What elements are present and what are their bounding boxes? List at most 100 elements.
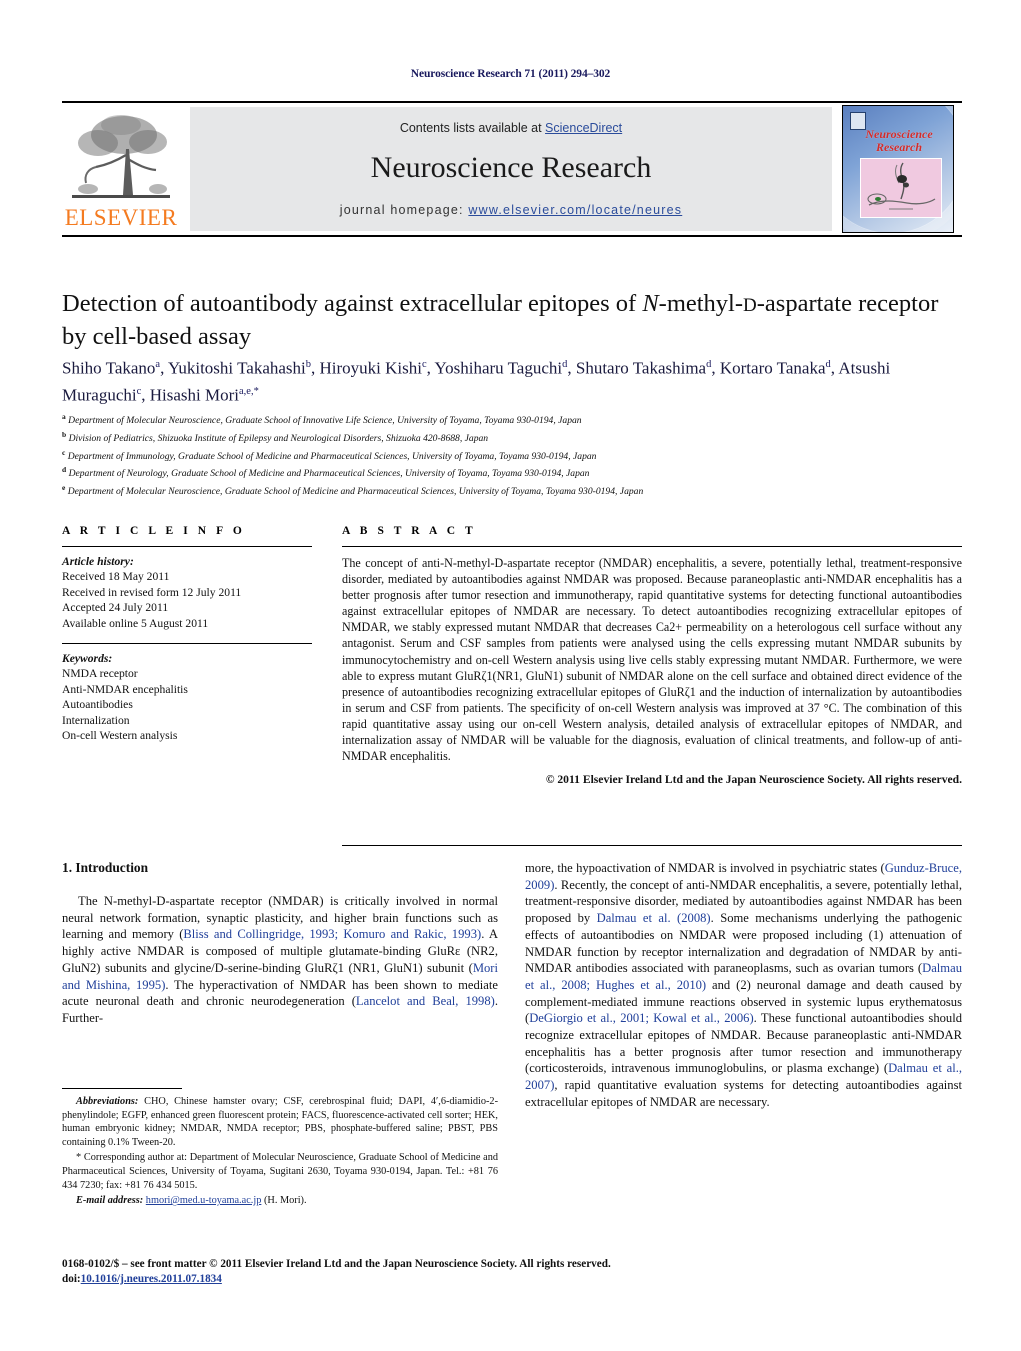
abstract-text: The concept of anti-N-methyl-D-aspartate… bbox=[342, 556, 962, 764]
abstract-copyright: © 2011 Elsevier Ireland Ltd and the Japa… bbox=[545, 773, 962, 787]
article-history-items: Received 18 May 2011 Received in revised … bbox=[62, 569, 312, 631]
running-head: Neuroscience Research 71 (2011) 294–302 bbox=[410, 68, 611, 80]
corresponding-author-text: Corresponding author at: Department of M… bbox=[62, 1152, 499, 1191]
author-affiliation-marker: a bbox=[155, 359, 161, 370]
article-history-block: Article history: Received 18 May 2011 Rec… bbox=[62, 554, 312, 631]
cover-neuron-figure-icon bbox=[867, 162, 936, 210]
title-part-1: Detection of autoantibody against extrac… bbox=[62, 290, 643, 317]
abstract-heading: A B S T R A C T bbox=[342, 525, 477, 537]
doi-link[interactable]: 10.1016/j.neures.2011.07.1834 bbox=[81, 1273, 222, 1285]
keyword-item: On-cell Western analysis bbox=[62, 729, 178, 743]
journal-banner: Contents lists available at ScienceDirec… bbox=[190, 107, 832, 231]
email-note: E-mail address: hmori@med.u-toyama.ac.jp… bbox=[62, 1194, 498, 1208]
abstract-rule bbox=[342, 546, 962, 547]
author-name: Shutaro Takashima bbox=[575, 358, 707, 378]
citation-link[interactable]: Lancelot and Beal, 1998) bbox=[356, 994, 495, 1008]
affiliation-text: Department of Neurology, Graduate School… bbox=[66, 468, 590, 480]
corresponding-author-marker: * bbox=[76, 1152, 82, 1164]
citation-link[interactable]: Gunduz-Bruce, 2009) bbox=[525, 861, 962, 892]
article-history-item: Received 18 May 2011 bbox=[62, 570, 170, 584]
article-history-item: Received in revised form 12 July 2011 bbox=[62, 585, 242, 599]
doi-label: doi: bbox=[62, 1272, 81, 1285]
citation-link[interactable]: Mori and Mishina, 1995) bbox=[62, 961, 498, 992]
author-affiliation-marker: a,e,* bbox=[239, 385, 259, 397]
abbreviations-note: Abbreviations: CHO, Chinese hamster ovar… bbox=[62, 1095, 498, 1149]
affiliation-text: Department of Molecular Neuroscience, Gr… bbox=[65, 486, 644, 498]
author-name: Hiroyuki Kishi bbox=[319, 358, 422, 378]
keywords-label: Keywords: bbox=[62, 652, 113, 666]
body-column-left: 1. Introduction The N-methyl-D-aspartate… bbox=[62, 860, 498, 1027]
email-address-suffix: (H. Mori). bbox=[263, 1195, 307, 1207]
page-title: Detection of autoantibody against extrac… bbox=[62, 288, 962, 352]
citation-link[interactable]: Dalmau et al. (2008) bbox=[597, 911, 711, 925]
email-address-label: E-mail address: bbox=[76, 1195, 144, 1207]
citation-link[interactable]: Bliss and Collingridge, 1993; Komuro and… bbox=[183, 927, 481, 941]
body-column-right: more, the hypoactivation of NMDAR is inv… bbox=[525, 860, 962, 1111]
article-history-item: Available online 5 August 2011 bbox=[62, 616, 209, 630]
journal-title: Neuroscience Research bbox=[370, 151, 652, 184]
author-affiliation-marker: d bbox=[825, 359, 831, 370]
affiliation-item: a Department of Molecular Neuroscience, … bbox=[62, 410, 962, 428]
journal-cover-thumbnail[interactable]: Neuroscience Research bbox=[842, 105, 954, 233]
intro-paragraph-right: more, the hypoactivation of NMDAR is inv… bbox=[525, 861, 963, 1109]
footer-copyright-line: 0168-0102/$ – see front matter © 2011 El… bbox=[62, 1258, 611, 1270]
keyword-item: Anti-NMDAR encephalitis bbox=[62, 682, 188, 696]
elsevier-tree-icon bbox=[72, 115, 170, 198]
author-affiliation-marker: b bbox=[305, 359, 312, 370]
section-title-introduction: 1. Introduction bbox=[62, 860, 149, 875]
contents-prefix: Contents lists available at bbox=[399, 121, 546, 135]
footnote-rule bbox=[62, 1088, 182, 1089]
abstract-bottom-rule bbox=[342, 845, 962, 846]
footer-doi-line: doi:10.1016/j.neures.2011.07.1834 bbox=[62, 1272, 962, 1287]
affiliation-item: b Division of Pediatrics, Shizuoka Insti… bbox=[62, 428, 962, 446]
article-history-item: Accepted 24 July 2011 bbox=[62, 601, 169, 615]
cover-title-line2: Research bbox=[876, 140, 922, 154]
author-affiliation-marker: c bbox=[136, 385, 142, 397]
article-info-heading: A R T I C L E I N F O bbox=[62, 525, 246, 537]
author-name: Yoshiharu Taguchi bbox=[434, 358, 563, 378]
author-name: Shiho Takano bbox=[62, 358, 156, 378]
title-part-smallcap-d: D bbox=[743, 295, 757, 316]
keywords-rule bbox=[62, 643, 312, 645]
article-info-column: A R T I C L E I N F O Article history: R… bbox=[62, 525, 312, 743]
affiliation-text: Department of Molecular Neuroscience, Gr… bbox=[65, 415, 582, 427]
page-footer: 0168-0102/$ – see front matter © 2011 El… bbox=[62, 1257, 962, 1286]
journal-homepage-link[interactable]: www.elsevier.com/locate/neures bbox=[468, 203, 682, 217]
affiliation-list: a Department of Molecular Neuroscience, … bbox=[62, 410, 962, 499]
cover-figure-panel bbox=[860, 158, 942, 218]
title-part-italic-n: N bbox=[642, 290, 659, 317]
citation-link[interactable]: Dalmau et al., 2008; Hughes et al., 2010… bbox=[525, 961, 962, 992]
cover-title-line1: Neuroscience bbox=[865, 127, 933, 141]
keyword-items: NMDA receptor Anti-NMDAR encephalitis Auto… bbox=[62, 666, 312, 743]
corresponding-author-note: * Corresponding author at: Department of… bbox=[62, 1151, 498, 1192]
article-info-rule bbox=[62, 546, 312, 547]
author-list: Shiho Takanoa, Yukitoshi Takahashib, Hir… bbox=[62, 358, 891, 405]
affiliation-item: e Department of Molecular Neuroscience, … bbox=[62, 481, 962, 499]
affiliation-text: Division of Pediatrics, Shizuoka Institu… bbox=[66, 432, 489, 444]
keyword-item: NMDA receptor bbox=[62, 667, 138, 681]
elsevier-wordmark: ELSEVIER bbox=[64, 205, 178, 230]
keywords-block: Keywords: NMDA receptor Anti-NMDAR enceph… bbox=[62, 651, 312, 743]
citation-link[interactable]: Dalmau et al., 2007) bbox=[525, 1061, 962, 1092]
homepage-prefix: journal homepage: bbox=[339, 203, 469, 217]
author-affiliation-marker: c bbox=[422, 359, 427, 370]
keyword-item: Internalization bbox=[62, 713, 130, 727]
title-part-2: -methyl- bbox=[658, 290, 744, 317]
citation-link[interactable]: DeGiorgio et al., 2001; Kowal et al., 20… bbox=[529, 1011, 753, 1025]
email-address-link[interactable]: hmori@med.u-toyama.ac.jp bbox=[146, 1195, 262, 1206]
author-affiliation-marker: d bbox=[706, 359, 712, 370]
elsevier-logo: ELSEVIER bbox=[62, 105, 180, 233]
journal-homepage-line: journal homepage: www.elsevier.com/locat… bbox=[190, 203, 832, 217]
author-name: Kortaro Tanaka bbox=[719, 358, 826, 378]
intro-paragraph-left: The N-methyl-D-aspartate receptor (NMDAR… bbox=[62, 894, 499, 1025]
affiliation-item: c Department of Immunology, Graduate Sch… bbox=[62, 446, 962, 464]
abbreviations-label: Abbreviations: bbox=[76, 1096, 139, 1107]
affiliation-item: d Department of Neurology, Graduate Scho… bbox=[62, 463, 962, 481]
article-history-label: Article history: bbox=[62, 555, 134, 568]
keyword-item: Autoantibodies bbox=[62, 698, 133, 712]
article-page: Neuroscience Research 71 (2011) 294–302 bbox=[0, 0, 1021, 1351]
affiliation-text: Department of Immunology, Graduate Schoo… bbox=[65, 450, 597, 462]
sciencedirect-link[interactable]: ScienceDirect bbox=[545, 121, 622, 135]
title-part-3: -aspartate bbox=[756, 290, 852, 317]
author-affiliation-marker: d bbox=[562, 359, 568, 370]
